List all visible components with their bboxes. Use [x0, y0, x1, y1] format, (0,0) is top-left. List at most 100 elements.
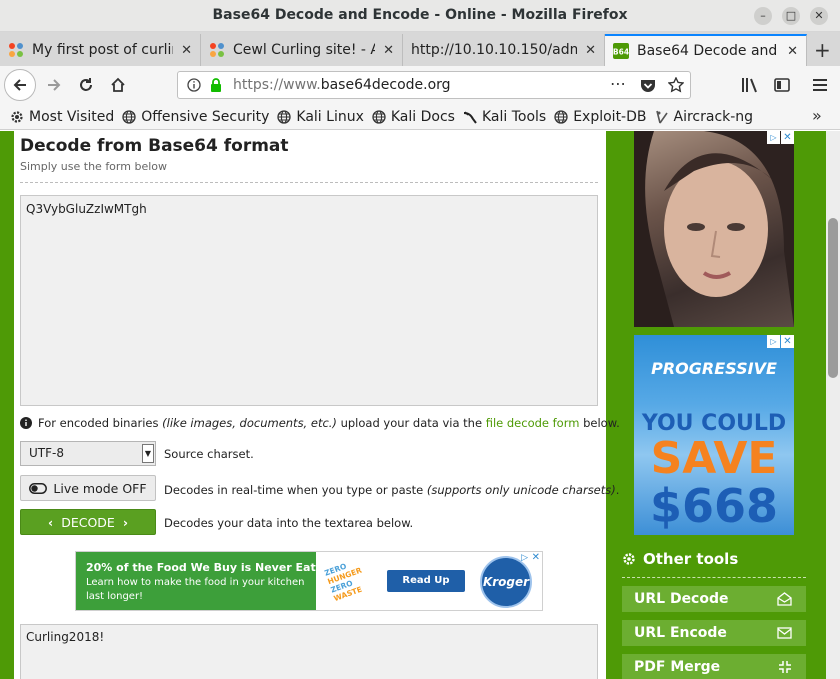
progressive-ad-banner[interactable]: PROGRESSIVE YOU COULD SAVE $668 ▷ ✕ [634, 335, 794, 535]
close-tab-icon[interactable]: ✕ [585, 43, 596, 58]
menu-button[interactable] [806, 71, 834, 99]
bookmark-kali-linux[interactable]: Kali Linux [277, 108, 364, 125]
kroger-ad-banner[interactable]: 20% of the Food We Buy is Never Eaten Le… [75, 551, 543, 611]
maximize-button[interactable]: □ [782, 7, 800, 25]
bookmark-most-visited[interactable]: Most Visited [10, 109, 114, 125]
bookmark-kali-tools[interactable]: Kali Tools [463, 109, 546, 125]
window-titlebar: Base64 Decode and Encode - Online - Mozi… [0, 0, 840, 32]
other-tools-header: Other tools [622, 550, 738, 568]
minimize-icon: – [760, 9, 766, 22]
home-button[interactable] [104, 71, 132, 99]
url-bar[interactable]: https://www.base64decode.org ⋯ [177, 71, 691, 99]
live-mode-desc-italic: (supports only unicode charsets) [426, 483, 616, 497]
reload-button[interactable] [72, 71, 100, 99]
globe-icon [277, 109, 292, 124]
ad-headline: 20% of the Food We Buy is Never Eaten [86, 561, 332, 574]
decode-button[interactable]: ‹ DECODE › [20, 509, 156, 535]
close-tab-icon[interactable]: ✕ [181, 43, 192, 58]
tab-label: My first post of curling [32, 42, 173, 58]
woman-portrait-image [634, 131, 794, 327]
ad-body-line1: Learn how to make the food in your kitch… [86, 577, 305, 588]
library-button[interactable] [736, 71, 764, 99]
page-scrollbar[interactable] [826, 131, 840, 679]
live-mode-button[interactable]: Live mode OFF [20, 475, 156, 501]
bookmark-offensive-security[interactable]: Offensive Security [122, 109, 269, 125]
portrait-ad-image[interactable]: ▷ ✕ [634, 131, 794, 327]
encoded-input-textarea[interactable]: Q3VybGluZzIwMTgh [20, 195, 598, 406]
bookmark-label: Kali Linux [296, 108, 364, 125]
bookmark-star-icon[interactable] [668, 77, 684, 93]
ad-line2: SAVE [650, 433, 778, 484]
info-icon[interactable] [187, 78, 201, 92]
page-actions-icon[interactable]: ⋯ [610, 74, 626, 93]
tab-label: Cewl Curling site! - Al [233, 42, 376, 58]
bookmark-kali-docs[interactable]: Kali Docs [372, 109, 455, 125]
chevron-left-icon: ‹ [48, 514, 54, 530]
sidebar-icon [774, 78, 790, 92]
url-scheme: https://www. [233, 77, 321, 93]
info-text-italic: (like images, documents, etc.) [162, 416, 337, 430]
tab-bar: My first post of curling ✕ Cewl Curling … [0, 32, 840, 66]
globe-icon [554, 109, 568, 124]
envelope-icon [777, 627, 792, 639]
forward-button[interactable] [40, 71, 68, 99]
tool-label: PDF Merge [634, 659, 721, 675]
info-text-suffix: below. [579, 416, 620, 430]
close-tab-icon[interactable]: ✕ [787, 44, 798, 59]
bookmark-label: Aircrack-ng [673, 108, 754, 125]
minimize-button[interactable]: – [754, 7, 772, 25]
file-decode-form-link[interactable]: file decode form [486, 416, 580, 430]
bookmark-aircrack-ng[interactable]: Aircrack-ng [655, 108, 754, 125]
tab-label: Base64 Decode and E [637, 43, 780, 59]
tool-label: URL Decode [634, 591, 729, 607]
close-tab-icon[interactable]: ✕ [383, 43, 394, 58]
scrollbar-thumb[interactable] [828, 218, 838, 378]
bookmark-label: Exploit-DB [573, 108, 647, 125]
sidebar-button[interactable] [768, 71, 796, 99]
tab-base64[interactable]: B64 Base64 Decode and E ✕ [605, 34, 807, 66]
joomla-icon [9, 43, 23, 57]
lock-icon[interactable] [209, 78, 223, 92]
chevron-right-icon: › [122, 514, 128, 530]
page-title: Decode from Base64 format [20, 136, 289, 156]
read-up-button[interactable]: Read Up [387, 570, 465, 592]
info-text-prefix: For encoded binaries [38, 416, 163, 430]
decoded-output-textarea[interactable]: Curling2018! [20, 624, 598, 679]
back-button[interactable] [4, 69, 36, 101]
compress-icon [779, 661, 791, 673]
bookmark-label: Most Visited [29, 108, 115, 125]
pocket-icon[interactable] [640, 78, 656, 93]
tool-url-encode[interactable]: URL Encode [622, 620, 806, 646]
live-mode-description: Decodes in real-time when you type or pa… [164, 483, 619, 497]
info-text-middle: upload your data via the [336, 416, 486, 430]
hamburger-menu-icon [813, 79, 827, 91]
ad-close-icon[interactable]: ✕ [781, 131, 794, 144]
b64-icon: B64 [613, 43, 629, 59]
navigation-toolbar: https://www.base64decode.org ⋯ [0, 66, 840, 104]
tab-admin[interactable]: http://10.10.10.150/admi ✕ [403, 34, 605, 66]
tool-pdf-merge[interactable]: PDF Merge [622, 654, 806, 679]
tool-url-decode[interactable]: URL Decode [622, 586, 806, 612]
close-icon: ✕ [814, 9, 824, 22]
close-window-button[interactable]: ✕ [810, 7, 828, 25]
chevron-down-icon: ▼ [142, 444, 154, 463]
ad-close-icon[interactable]: ✕ [532, 552, 540, 563]
tab-cewl-curling[interactable]: Cewl Curling site! - Al ✕ [201, 34, 403, 66]
adchoices-icon[interactable]: ▷ [521, 553, 528, 563]
divider [622, 577, 806, 578]
window-title: Base64 Decode and Encode - Online - Mozi… [212, 7, 628, 23]
charset-label: Source charset. [164, 447, 254, 461]
adchoices-icon[interactable]: ▷ [767, 335, 780, 348]
arrow-left-icon [13, 79, 26, 91]
envelope-open-icon [777, 592, 792, 606]
gear-icon [623, 553, 635, 565]
page-viewport: Decode from Base64 format Simply use the… [0, 131, 826, 679]
bookmark-exploit-db[interactable]: Exploit-DB [554, 108, 647, 125]
new-tab-button[interactable]: + [814, 38, 831, 62]
charset-select[interactable]: UTF-8 ▼ [20, 441, 156, 466]
adchoices-icon[interactable]: ▷ [767, 131, 780, 144]
tab-first-post[interactable]: My first post of curling ✕ [0, 34, 201, 66]
bookmarks-overflow-button[interactable]: » [812, 106, 822, 125]
home-icon [111, 77, 125, 92]
ad-close-icon[interactable]: ✕ [781, 335, 794, 348]
